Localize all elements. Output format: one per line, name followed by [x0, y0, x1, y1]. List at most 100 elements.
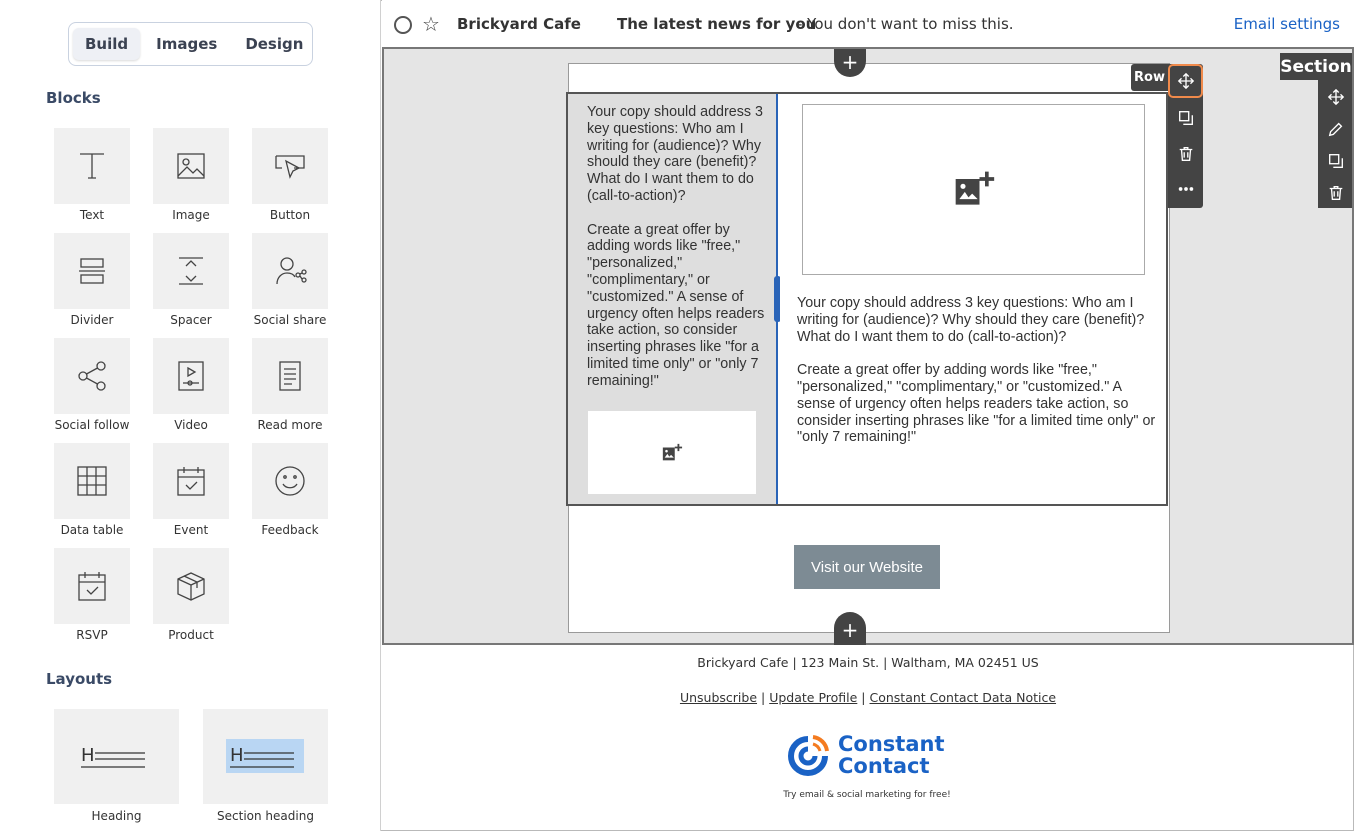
text-icon [80, 153, 104, 179]
selected-row[interactable]: Your copy should address 3 key questions… [566, 92, 1168, 506]
block-product[interactable] [153, 548, 229, 624]
block-social-share[interactable] [252, 233, 328, 309]
block-image[interactable] [153, 128, 229, 204]
block-label: Spacer [170, 313, 212, 327]
duplicate-row-button[interactable] [1168, 101, 1203, 135]
block-video[interactable] [153, 338, 229, 414]
footer-address: Brickyard Cafe | 123 Main St. | Waltham,… [697, 655, 1039, 670]
tab-design[interactable]: Design [233, 28, 315, 60]
trash-icon [1329, 186, 1342, 200]
video-icon [178, 361, 204, 391]
block-label: Text [79, 208, 105, 222]
trash-icon [1179, 147, 1192, 161]
block-label: Product [168, 628, 214, 642]
left-column-text[interactable]: Your copy should address 3 key questions… [587, 104, 767, 390]
layouts-heading: Layouts [46, 670, 113, 688]
data-notice-link[interactable]: Constant Contact Data Notice [870, 690, 1057, 705]
block-label: Button [269, 208, 311, 222]
button-cursor-icon [275, 155, 305, 179]
image-placeholder-small[interactable] [588, 411, 756, 494]
move-section-button[interactable] [1318, 80, 1353, 114]
constant-contact-logo-icon [788, 735, 829, 776]
block-label: Video [174, 418, 208, 432]
select-circle-icon[interactable] [394, 16, 412, 34]
heading-layout-icon: H [80, 745, 145, 768]
image-icon [177, 153, 205, 179]
star-icon[interactable]: ☆ [422, 12, 440, 36]
duplicate-section-button[interactable] [1318, 144, 1353, 178]
block-data-table[interactable] [54, 443, 130, 519]
box-icon [177, 572, 205, 601]
right-column[interactable]: Your copy should address 3 key questions… [780, 94, 1166, 504]
brand-tagline: Try email & social marketing for free! [783, 790, 951, 800]
layout-section-heading[interactable]: H [203, 709, 328, 804]
block-label: Data table [60, 523, 124, 537]
brand-line-2: Contact [838, 754, 930, 778]
block-label: Divider [70, 313, 114, 327]
document-icon [279, 361, 301, 391]
row-label: Row [1131, 64, 1168, 91]
share-nodes-icon [78, 361, 106, 391]
email-settings-link[interactable]: Email settings [1234, 15, 1340, 33]
pencil-icon [1328, 122, 1342, 137]
block-read-more[interactable] [252, 338, 328, 414]
email-subject: The latest news for you [617, 15, 817, 33]
block-label: RSVP [76, 628, 108, 642]
add-image-icon [662, 443, 683, 460]
image-placeholder-large[interactable] [802, 104, 1145, 275]
block-label: Image [172, 208, 210, 222]
visit-website-button[interactable]: Visit our Website [794, 545, 940, 589]
more-dots-icon [1178, 187, 1193, 191]
blocks-heading: Blocks [46, 89, 101, 107]
row-toolbar [1168, 64, 1203, 208]
block-button[interactable] [252, 128, 328, 204]
move-icon [1177, 72, 1194, 90]
section-label: Section [1280, 53, 1352, 80]
block-social-follow[interactable] [54, 338, 130, 414]
block-label: Social share [253, 313, 327, 327]
delete-section-button[interactable] [1318, 176, 1353, 210]
tab-images[interactable]: Images [144, 28, 229, 60]
panel-tabs: Build Images Design [68, 22, 313, 66]
section-toolbar [1318, 80, 1352, 208]
block-label: Feedback [261, 523, 319, 537]
svg-text:H: H [230, 745, 244, 766]
rsvp-calendar-icon [78, 572, 106, 601]
delete-row-button[interactable] [1168, 137, 1203, 171]
more-row-options-button[interactable] [1168, 172, 1203, 206]
layout-label: Section heading [217, 809, 314, 823]
add-image-icon [955, 171, 994, 205]
add-below-button[interactable]: + [834, 612, 866, 645]
tab-build[interactable]: Build [73, 28, 141, 60]
email-header: ☆ Brickyard Cafe The latest news for you… [382, 0, 1354, 47]
brand-line-1: Constant [838, 732, 945, 756]
spacer-icon [179, 257, 203, 285]
brand-name: Constant Contact [838, 733, 945, 777]
block-text[interactable] [54, 128, 130, 204]
block-divider[interactable] [54, 233, 130, 309]
block-spacer[interactable] [153, 233, 229, 309]
smiley-icon [275, 466, 305, 496]
edit-section-button[interactable] [1318, 112, 1353, 146]
sender-name: Brickyard Cafe [457, 15, 581, 33]
table-icon [77, 466, 107, 496]
footer-links: Unsubscribe | Update Profile | Constant … [679, 690, 1057, 705]
section-heading-layout-icon: H [225, 738, 304, 773]
calendar-check-icon [177, 467, 205, 496]
block-event[interactable] [153, 443, 229, 519]
duplicate-icon [1178, 111, 1193, 125]
layout-label: Heading [91, 809, 142, 823]
move-row-button[interactable] [1168, 64, 1203, 98]
duplicate-icon [1328, 154, 1343, 168]
social-share-icon [276, 257, 307, 285]
divider-icon [79, 258, 105, 284]
block-label: Event [173, 523, 209, 537]
block-feedback[interactable] [252, 443, 328, 519]
svg-text:H: H [81, 745, 95, 766]
block-rsvp[interactable] [54, 548, 130, 624]
unsubscribe-link[interactable]: Unsubscribe [680, 690, 757, 705]
layout-heading[interactable]: H [54, 709, 179, 804]
right-column-text[interactable]: Your copy should address 3 key questions… [797, 295, 1157, 446]
update-profile-link[interactable]: Update Profile [769, 690, 857, 705]
left-column[interactable]: Your copy should address 3 key questions… [568, 94, 778, 504]
